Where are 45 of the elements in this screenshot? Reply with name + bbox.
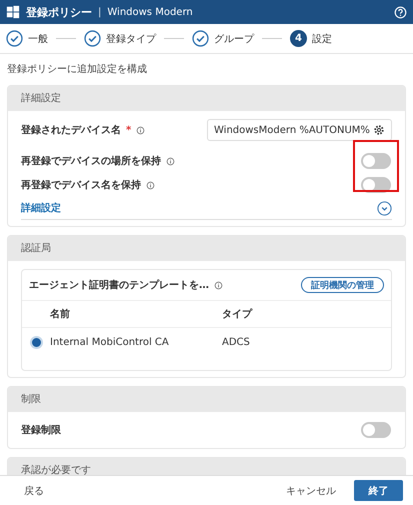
check-circle-icon: [192, 30, 209, 47]
highlight-frame: [353, 140, 399, 192]
wizard-step[interactable]: 登録タイプ: [84, 30, 156, 47]
info-icon[interactable]: [166, 156, 175, 166]
toggle-switch[interactable]: [361, 422, 391, 438]
column-header: 名前: [50, 308, 71, 321]
toggle-label: 再登録でデバイス名を保持: [21, 178, 141, 192]
column-header: タイプ: [222, 307, 254, 321]
device-name-field[interactable]: WindowsModern %AUTONUM%: [207, 119, 392, 141]
step-label: グループ: [214, 32, 254, 46]
step-label: 登録タイプ: [106, 32, 156, 46]
check-circle-icon: [6, 30, 23, 47]
advanced-settings-link[interactable]: 詳細設定: [21, 201, 61, 215]
wizard-step[interactable]: 4 設定: [290, 30, 332, 47]
toggle-switch[interactable]: [361, 153, 391, 169]
info-icon[interactable]: [136, 126, 146, 134]
section-header: 詳細設定: [8, 86, 405, 111]
section-header: 認証局: [8, 236, 405, 261]
manage-authorities-button[interactable]: 証明機関の管理: [301, 277, 384, 293]
panel-title: エージェント証明書のテンプレートを…: [29, 278, 209, 292]
windows-logo-icon: [6, 5, 20, 19]
section-header: 制限: [8, 387, 405, 412]
step-label: 一般: [28, 32, 48, 46]
page-title: 登録ポリシー: [26, 4, 92, 20]
required-mark: *: [126, 124, 132, 136]
table-cell-text: ADCS: [222, 336, 251, 348]
info-icon[interactable]: [214, 280, 223, 290]
field-label: 登録されたデバイス名: [21, 124, 121, 137]
page-subtitle: Windows Modern: [107, 6, 193, 18]
finish-button[interactable]: 終了: [354, 480, 403, 501]
toggle-label: 再登録でデバイスの場所を保持: [21, 154, 161, 168]
help-icon[interactable]: [394, 6, 407, 18]
step-label: 設定: [312, 32, 332, 46]
wizard-step[interactable]: 一般: [6, 30, 48, 47]
wizard-step[interactable]: グループ: [192, 30, 254, 47]
check-circle-icon: [84, 30, 101, 47]
expand-icon[interactable]: [377, 200, 392, 216]
settings-icon[interactable]: [373, 124, 385, 136]
radio-button[interactable]: [30, 336, 42, 348]
intro-text: 登録ポリシーに追加設定を構成: [7, 62, 148, 77]
title-separator: |: [98, 6, 102, 18]
toggle-label: 登録制限: [21, 424, 61, 437]
info-icon[interactable]: [146, 180, 155, 190]
step-number: 4: [290, 30, 307, 47]
table-cell-text: Internal MobiControl CA: [50, 336, 170, 348]
